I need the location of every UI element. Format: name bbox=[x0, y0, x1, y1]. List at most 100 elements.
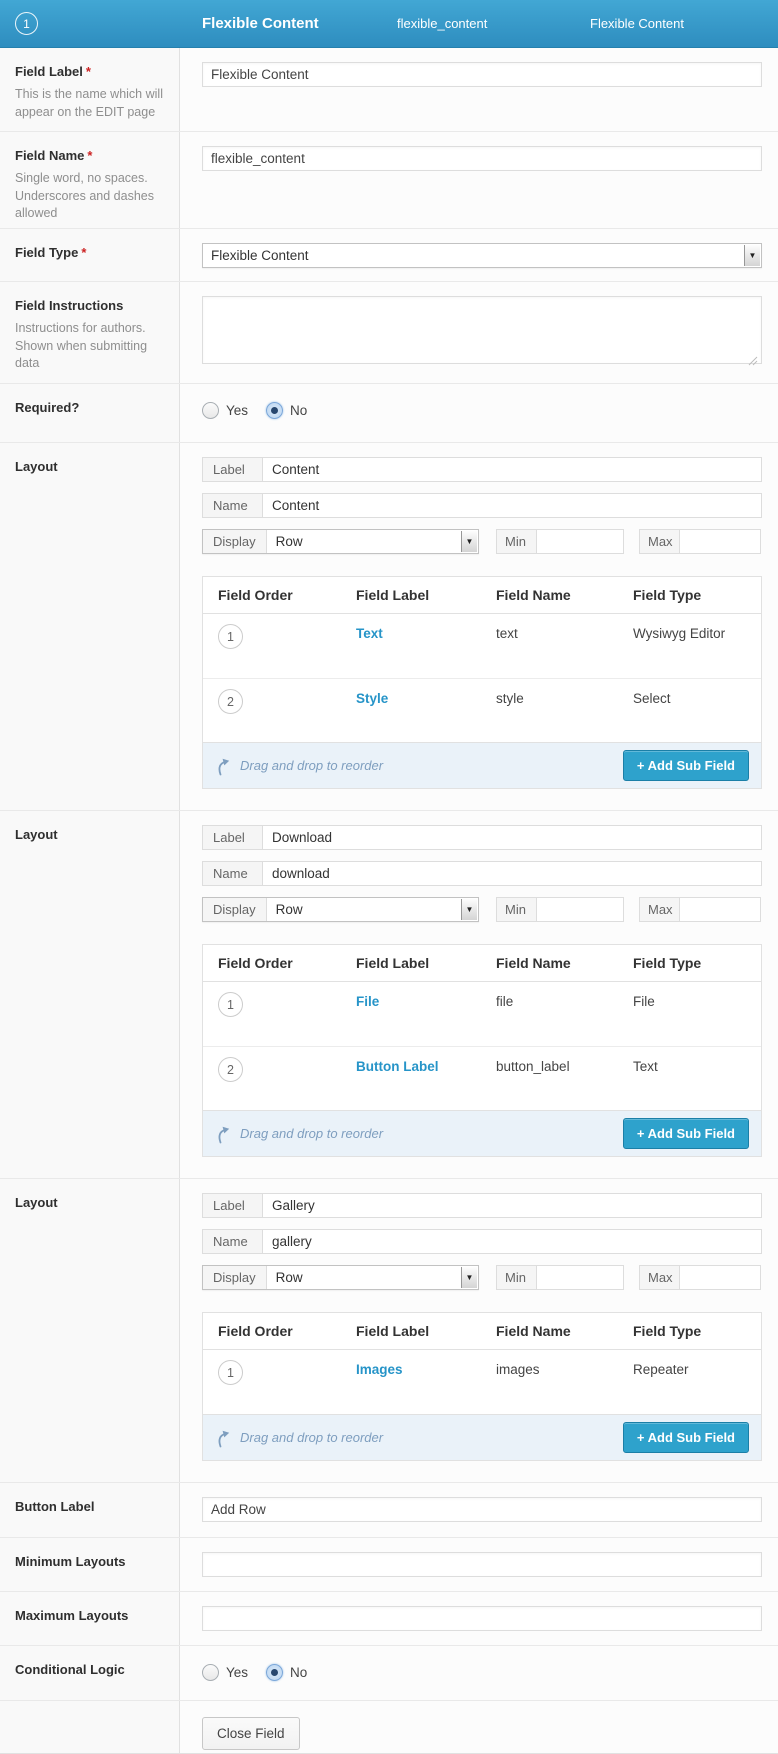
field-label-title: Field Label* bbox=[15, 64, 165, 79]
button-label-input[interactable] bbox=[202, 1497, 762, 1522]
layout-min-group: Min bbox=[496, 529, 624, 554]
layout-display-group: Display Row ▼ bbox=[202, 897, 479, 922]
label-prefix: Label bbox=[203, 826, 263, 849]
layout-title: Layout bbox=[15, 459, 165, 474]
sub-field-order-badge[interactable]: 1 bbox=[218, 992, 243, 1017]
display-prefix: Display bbox=[203, 530, 267, 553]
sub-field-label-link[interactable]: Images bbox=[356, 1362, 403, 1377]
setting-row-minimum-layouts: Minimum Layouts bbox=[0, 1538, 778, 1592]
layout-min-group: Min bbox=[496, 1265, 624, 1290]
sub-field-order-badge[interactable]: 1 bbox=[218, 624, 243, 649]
field-order-badge: 1 bbox=[15, 12, 38, 35]
add-sub-field-button[interactable]: + Add Sub Field bbox=[623, 750, 749, 781]
layout-max-group: Max bbox=[639, 897, 761, 922]
field-type-select[interactable]: Flexible Content ▼ bbox=[202, 243, 762, 268]
drag-reorder-arrow-icon bbox=[215, 758, 232, 776]
maximum-layouts-input[interactable] bbox=[202, 1606, 762, 1631]
display-select[interactable]: Row ▼ bbox=[267, 898, 478, 921]
name-prefix: Name bbox=[203, 494, 263, 517]
field-type-selected-value: Flexible Content bbox=[211, 248, 309, 263]
sub-field-name: button_label bbox=[481, 1047, 618, 1110]
sub-field-row: 1 File file File bbox=[203, 982, 761, 1046]
drag-reorder-arrow-icon bbox=[215, 1126, 232, 1144]
sub-fields-table: Field Order Field Label Field Name Field… bbox=[202, 576, 762, 789]
setting-row-maximum-layouts: Maximum Layouts bbox=[0, 1592, 778, 1646]
layout-label-group: Label bbox=[202, 1193, 762, 1218]
setting-row-field-label: Field Label* This is the name which will… bbox=[0, 48, 778, 132]
layout-max-input[interactable] bbox=[680, 530, 778, 553]
sub-fields-table: Field Order Field Label Field Name Field… bbox=[202, 944, 762, 1157]
layout-label-input[interactable] bbox=[263, 458, 761, 481]
layout-label-group: Label bbox=[202, 457, 762, 482]
field-name-title: Field Name* bbox=[15, 148, 165, 163]
sub-field-name: text bbox=[481, 614, 618, 678]
required-asterisk: * bbox=[87, 148, 92, 163]
required-asterisk: * bbox=[81, 245, 86, 260]
sub-fields-table-footer: Drag and drop to reorder + Add Sub Field bbox=[203, 1414, 761, 1460]
setting-row-close-field: Close Field bbox=[0, 1701, 778, 1754]
field-instructions-textarea[interactable] bbox=[202, 296, 762, 364]
display-selected-value: Row bbox=[276, 1270, 303, 1285]
min-prefix: Min bbox=[497, 530, 537, 553]
display-select[interactable]: Row ▼ bbox=[267, 1266, 478, 1289]
layout-max-input[interactable] bbox=[680, 898, 778, 921]
minimum-layouts-input[interactable] bbox=[202, 1552, 762, 1577]
layout-max-input[interactable] bbox=[680, 1266, 778, 1289]
required-no-label[interactable]: No bbox=[290, 403, 307, 418]
sub-field-order-badge[interactable]: 1 bbox=[218, 1360, 243, 1385]
sub-field-row: 1 Text text Wysiwyg Editor bbox=[203, 614, 761, 678]
sub-field-name: style bbox=[481, 679, 618, 742]
conditional-no-label[interactable]: No bbox=[290, 1665, 307, 1680]
required-asterisk: * bbox=[86, 64, 91, 79]
field-name-input[interactable] bbox=[202, 146, 762, 171]
sub-field-row: 2 Button Label button_label Text bbox=[203, 1046, 761, 1110]
sub-field-label-link[interactable]: Button Label bbox=[356, 1059, 439, 1074]
field-instructions-description: Instructions for authors. Shown when sub… bbox=[15, 320, 165, 373]
display-select[interactable]: Row ▼ bbox=[267, 530, 478, 553]
setting-row-layout-2: Layout Label Name Display Row ▼ bbox=[0, 811, 778, 1179]
add-sub-field-button[interactable]: + Add Sub Field bbox=[623, 1422, 749, 1453]
field-label-description: This is the name which will appear on th… bbox=[15, 86, 165, 121]
sub-fields-table-header: Field Order Field Label Field Name Field… bbox=[203, 1313, 761, 1350]
select-arrow-icon: ▼ bbox=[744, 245, 760, 266]
sub-fields-table-header: Field Order Field Label Field Name Field… bbox=[203, 577, 761, 614]
sub-field-order-badge[interactable]: 2 bbox=[218, 1057, 243, 1082]
required-no-radio[interactable] bbox=[266, 402, 283, 419]
field-label-input[interactable] bbox=[202, 62, 762, 87]
sub-field-label-link[interactable]: File bbox=[356, 994, 379, 1009]
conditional-yes-radio[interactable] bbox=[202, 1664, 219, 1681]
layout-name-input[interactable] bbox=[263, 494, 761, 517]
select-arrow-icon: ▼ bbox=[461, 899, 477, 920]
sub-field-order-badge[interactable]: 2 bbox=[218, 689, 243, 714]
conditional-no-radio[interactable] bbox=[266, 1664, 283, 1681]
sub-fields-table: Field Order Field Label Field Name Field… bbox=[202, 1312, 762, 1461]
label-prefix: Label bbox=[203, 1194, 263, 1217]
layout-label-input[interactable] bbox=[263, 826, 761, 849]
sub-field-label-link[interactable]: Text bbox=[356, 626, 383, 641]
header-field-name: flexible_content bbox=[397, 16, 487, 31]
required-yes-label[interactable]: Yes bbox=[226, 403, 248, 418]
conditional-yes-label[interactable]: Yes bbox=[226, 1665, 248, 1680]
layout-name-input[interactable] bbox=[263, 862, 761, 885]
layout-name-input[interactable] bbox=[263, 1230, 761, 1253]
min-prefix: Min bbox=[497, 898, 537, 921]
layout-name-group: Name bbox=[202, 493, 762, 518]
conditional-logic-radio-group: Yes No bbox=[202, 1664, 762, 1681]
required-radio-group: Yes No bbox=[202, 402, 762, 419]
layout-display-group: Display Row ▼ bbox=[202, 1265, 479, 1290]
max-prefix: Max bbox=[640, 530, 680, 553]
max-prefix: Max bbox=[640, 898, 680, 921]
close-field-button[interactable]: Close Field bbox=[202, 1717, 300, 1750]
layout-label-input[interactable] bbox=[263, 1194, 761, 1217]
sub-field-label-link[interactable]: Style bbox=[356, 691, 388, 706]
sub-field-type: Text bbox=[618, 1047, 761, 1110]
drag-reorder-hint: Drag and drop to reorder bbox=[240, 1430, 383, 1445]
layout-label-group: Label bbox=[202, 825, 762, 850]
max-prefix: Max bbox=[640, 1266, 680, 1289]
field-header-bar[interactable]: 1 Flexible Content flexible_content Flex… bbox=[0, 0, 778, 48]
layout-max-group: Max bbox=[639, 529, 761, 554]
select-arrow-icon: ▼ bbox=[461, 531, 477, 552]
display-selected-value: Row bbox=[276, 902, 303, 917]
required-yes-radio[interactable] bbox=[202, 402, 219, 419]
add-sub-field-button[interactable]: + Add Sub Field bbox=[623, 1118, 749, 1149]
